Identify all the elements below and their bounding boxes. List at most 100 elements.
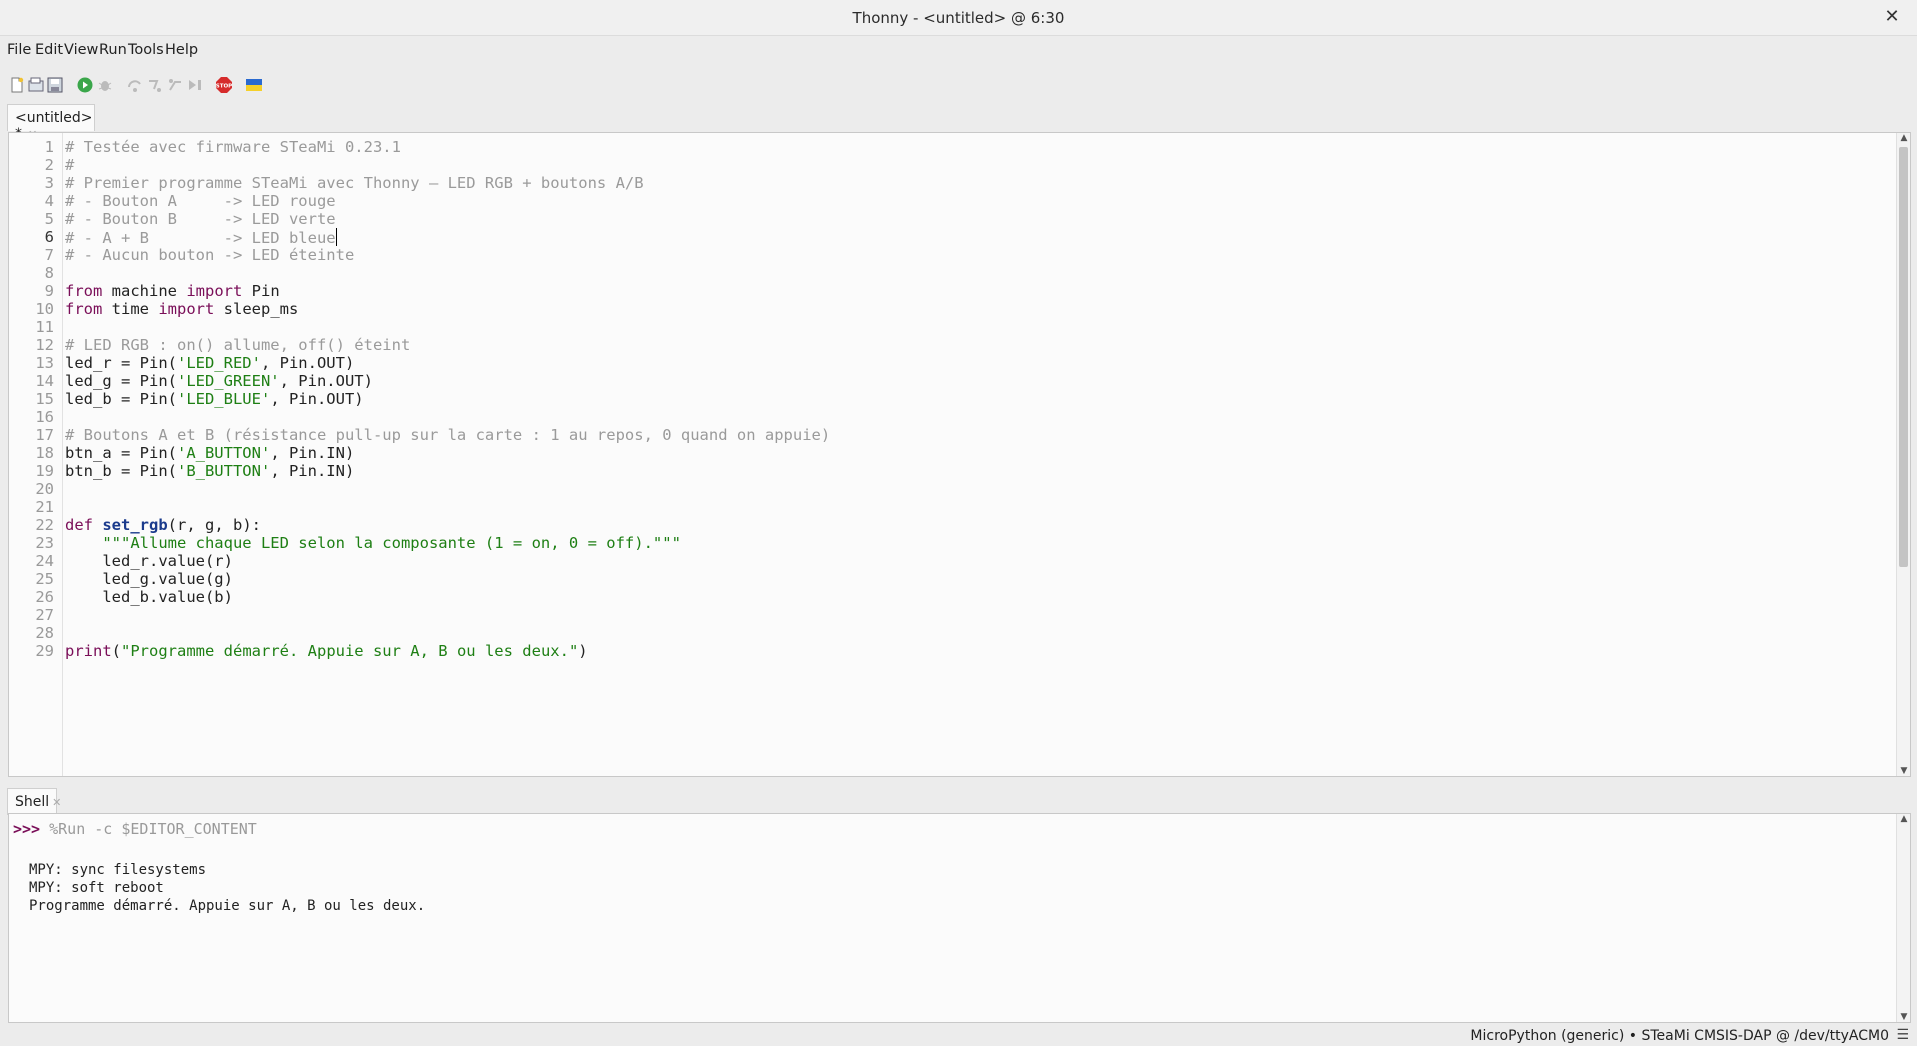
step-over-icon[interactable] <box>126 76 144 94</box>
step-into-icon[interactable] <box>146 76 164 94</box>
line-number: 14 <box>35 372 54 390</box>
shell-command: %Run -c $EDITOR_CONTENT <box>49 820 257 838</box>
menu-run[interactable]: Run <box>99 42 127 58</box>
line-number: 24 <box>35 552 54 570</box>
scroll-down-icon[interactable]: ▼ <box>1898 766 1910 776</box>
stop-icon-label: STOP <box>216 84 232 90</box>
code-line[interactable]: """Allume chaque LED selon la composante… <box>65 534 681 552</box>
step-out-icon[interactable] <box>166 76 184 94</box>
tab-untitled[interactable]: <untitled> *✕ <box>7 104 95 142</box>
line-number: 15 <box>35 390 54 408</box>
line-number: 2 <box>44 156 54 174</box>
code-line[interactable]: led_g.value(g) <box>65 570 233 588</box>
code-line[interactable]: # Testée avec firmware STeaMi 0.23.1 <box>65 138 401 156</box>
tab-shell[interactable]: Shell ✕ <box>7 788 61 815</box>
code-line[interactable]: # - Bouton B -> LED verte <box>65 210 336 228</box>
open-file-icon[interactable] <box>27 76 45 94</box>
shell-scroll-up-icon[interactable]: ▲ <box>1898 814 1910 824</box>
line-number: 18 <box>35 444 54 462</box>
menu-hamburger-icon[interactable]: ☰ <box>1896 1027 1909 1043</box>
line-number: 20 <box>35 480 54 498</box>
code-line[interactable]: # LED RGB : on() allume, off() éteint <box>65 336 410 354</box>
shell-tab-strip: Shell ✕ <box>0 788 1917 815</box>
editor-scrollbar[interactable]: ▲ ▼ <box>1896 133 1910 776</box>
toolbar: STOP <box>0 70 1917 100</box>
scroll-up-icon[interactable]: ▲ <box>1898 133 1910 143</box>
code-line[interactable]: def set_rgb(r, g, b): <box>65 516 261 534</box>
line-number: 19 <box>35 462 54 480</box>
code-line[interactable]: led_r = Pin('LED_RED', Pin.OUT) <box>65 354 354 372</box>
code-line[interactable]: from time import sleep_ms <box>65 300 298 318</box>
line-number-gutter: 1 2 3 4 5 6 7 8 9 10 11 12 13 14 15 16 17 18 19 20 21 22 23 24 2… <box>9 133 63 776</box>
code-line[interactable]: # - Bouton A -> LED rouge <box>65 192 336 210</box>
shell-output-line: MPY: soft reboot <box>29 880 164 896</box>
line-number: 9 <box>44 282 54 300</box>
close-shell-tab-icon[interactable]: ✕ <box>52 796 61 809</box>
menu-view[interactable]: View <box>64 42 98 58</box>
line-number: 17 <box>35 426 54 444</box>
shell-scroll-down-icon[interactable]: ▼ <box>1898 1012 1910 1022</box>
menu-file[interactable]: File <box>7 42 31 58</box>
menu-help[interactable]: Help <box>165 42 198 58</box>
menu-edit[interactable]: Edit <box>35 42 63 58</box>
line-number: 13 <box>35 354 54 372</box>
line-number: 11 <box>35 318 54 336</box>
code-line[interactable]: # Premier programme STeaMi avec Thonny —… <box>65 174 644 192</box>
code-line[interactable]: # - A + B -> LED bleue <box>65 228 337 247</box>
code-line[interactable]: led_g = Pin('LED_GREEN', Pin.OUT) <box>65 372 373 390</box>
line-number: 16 <box>35 408 54 426</box>
line-number: 7 <box>44 246 54 264</box>
status-bar: MicroPython (generic) • STeaMi CMSIS-DAP… <box>0 1026 1917 1046</box>
line-number: 1 <box>44 138 54 156</box>
line-number: 4 <box>44 192 54 210</box>
menu-tools[interactable]: Tools <box>128 42 164 58</box>
debug-icon[interactable] <box>96 76 114 94</box>
text-caret <box>335 228 337 246</box>
shell-command-line: >>> %Run -c $EDITOR_CONTENT <box>13 820 257 838</box>
line-number: 12 <box>35 336 54 354</box>
editor-tab-strip: <untitled> *✕ <box>0 104 1917 142</box>
close-window-button[interactable]: ✕ <box>1881 6 1903 28</box>
tab-shell-label: Shell <box>15 794 50 810</box>
code-line[interactable]: from machine import Pin <box>65 282 280 300</box>
line-number: 29 <box>35 642 54 660</box>
line-number: 23 <box>35 534 54 552</box>
line-number: 6 <box>44 228 54 246</box>
code-line[interactable]: btn_b = Pin('B_BUTTON', Pin.IN) <box>65 462 354 480</box>
new-file-icon[interactable] <box>8 76 26 94</box>
shell-panel[interactable]: >>> %Run -c $EDITOR_CONTENT MPY: sync fi… <box>8 813 1911 1023</box>
code-line[interactable]: led_r.value(r) <box>65 552 233 570</box>
line-number: 27 <box>35 606 54 624</box>
resume-icon[interactable] <box>186 76 204 94</box>
code-line[interactable]: btn_a = Pin('A_BUTTON', Pin.IN) <box>65 444 354 462</box>
line-number: 25 <box>35 570 54 588</box>
window-title: Thonny - <untitled> @ 6:30 <box>852 9 1065 27</box>
line-number: 28 <box>35 624 54 642</box>
shell-output-line: MPY: sync filesystems <box>29 862 207 878</box>
code-line[interactable]: # <box>65 156 74 174</box>
line-number: 8 <box>44 264 54 282</box>
line-number: 26 <box>35 588 54 606</box>
ukraine-flag-icon[interactable] <box>245 76 263 94</box>
editor-scrollbar-thumb[interactable] <box>1899 147 1908 567</box>
line-number: 22 <box>35 516 54 534</box>
line-number: 10 <box>35 300 54 318</box>
shell-scrollbar[interactable]: ▲ ▼ <box>1896 814 1910 1022</box>
save-file-icon[interactable] <box>46 76 64 94</box>
code-line[interactable]: led_b.value(b) <box>65 588 233 606</box>
run-icon[interactable] <box>76 76 94 94</box>
code-line[interactable]: print("Programme démarré. Appuie sur A, … <box>65 642 588 660</box>
shell-prompt: >>> <box>13 820 41 838</box>
stop-icon[interactable]: STOP <box>215 76 233 94</box>
window-titlebar: Thonny - <untitled> @ 6:30 ✕ <box>0 0 1917 36</box>
line-number: 21 <box>35 498 54 516</box>
line-number: 3 <box>44 174 54 192</box>
code-line[interactable]: # - Aucun bouton -> LED éteinte <box>65 246 354 264</box>
code-editor[interactable]: 1 2 3 4 5 6 7 8 9 10 11 12 13 14 15 16 17 18 19 20 21 22 23 24 2… <box>8 132 1911 777</box>
code-line[interactable]: # Boutons A et B (résistance pull-up sur… <box>65 426 830 444</box>
interpreter-status[interactable]: MicroPython (generic) • STeaMi CMSIS-DAP… <box>1470 1028 1889 1044</box>
shell-output-line: Programme démarré. Appuie sur A, B ou le… <box>29 898 426 914</box>
menu-bar: File Edit View Run Tools Help <box>0 38 1917 64</box>
code-line[interactable]: led_b = Pin('LED_BLUE', Pin.OUT) <box>65 390 364 408</box>
line-number: 5 <box>44 210 54 228</box>
